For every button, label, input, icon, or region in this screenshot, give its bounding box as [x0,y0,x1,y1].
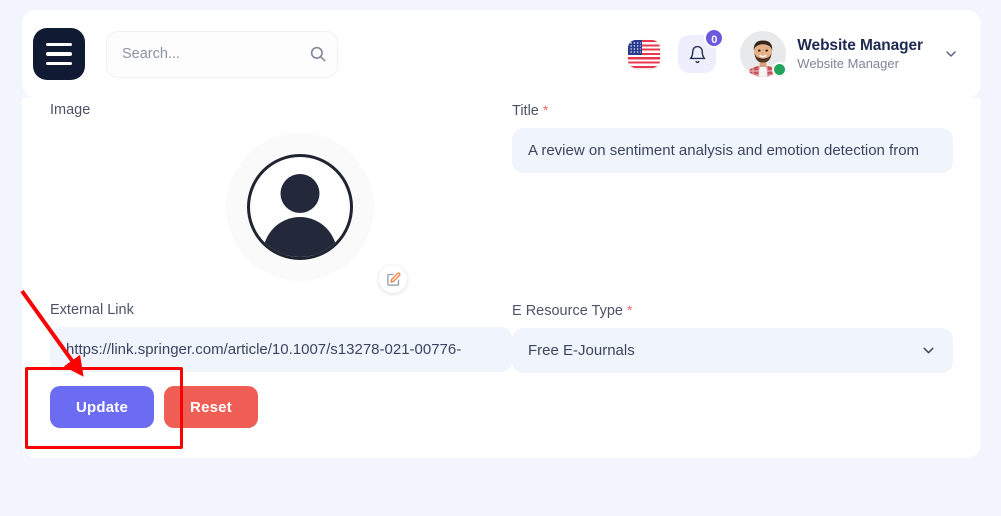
e-resource-type-field-group: E Resource Type * Free E-Journals [512,302,953,373]
app-root: 0 [0,0,1001,516]
image-upload-zone[interactable] [50,127,512,305]
chevron-down-icon [920,342,937,359]
hamburger-line [46,62,72,66]
form-column-left: Image External Link [50,102,512,305]
form-column-right: Title * E Resource Type * Free E-Journal… [512,102,953,173]
user-role: Website Manager [797,56,923,72]
search-box[interactable] [106,31,338,78]
e-resource-edit-form-card: Image External Link [22,98,981,458]
e-resource-type-required-asterisk: * [627,302,632,318]
hamburger-line [46,43,72,47]
e-resource-type-selected-value: Free E-Journals [528,342,635,359]
bell-icon [688,45,707,64]
notifications-button[interactable]: 0 [678,35,716,73]
e-resource-type-label: E Resource Type * [512,302,953,319]
image-field-label: Image [50,102,512,118]
placeholder-body [263,217,337,260]
edit-pencil-icon[interactable] [379,265,407,293]
form-action-buttons: Update Reset [50,386,258,428]
external-link-field-group: External Link [50,302,512,372]
external-link-input[interactable] [50,327,512,372]
chevron-down-icon[interactable] [943,46,959,62]
search-input[interactable] [122,46,309,62]
title-input[interactable] [512,128,953,173]
image-preview-ring [226,133,374,281]
update-button[interactable]: Update [50,386,154,428]
search-icon [309,45,327,63]
hamburger-line [46,52,72,56]
title-label-text: Title [512,103,539,119]
notification-count-badge: 0 [704,28,724,48]
user-name: Website Manager [797,36,923,55]
person-placeholder-icon [247,154,353,260]
reset-button[interactable]: Reset [164,386,258,428]
avatar [740,31,786,77]
user-info: Website Manager Website Manager [797,36,923,73]
e-resource-type-label-text: E Resource Type [512,303,623,319]
edit-pencil-glyph [386,272,401,287]
header-right-cluster: 0 [628,31,959,77]
title-label: Title * [512,102,953,119]
user-profile-menu[interactable]: Website Manager Website Manager [740,31,959,77]
external-link-label: External Link [50,302,512,318]
placeholder-head [281,174,320,213]
title-required-asterisk: * [543,102,548,118]
top-header-bar: 0 [22,10,981,98]
external-link-label-text: External Link [50,302,134,318]
us-flag-icon[interactable] [628,40,660,68]
e-resource-type-select[interactable]: Free E-Journals [512,328,953,373]
hamburger-menu-icon[interactable] [33,28,85,80]
flag-canton [628,40,642,55]
